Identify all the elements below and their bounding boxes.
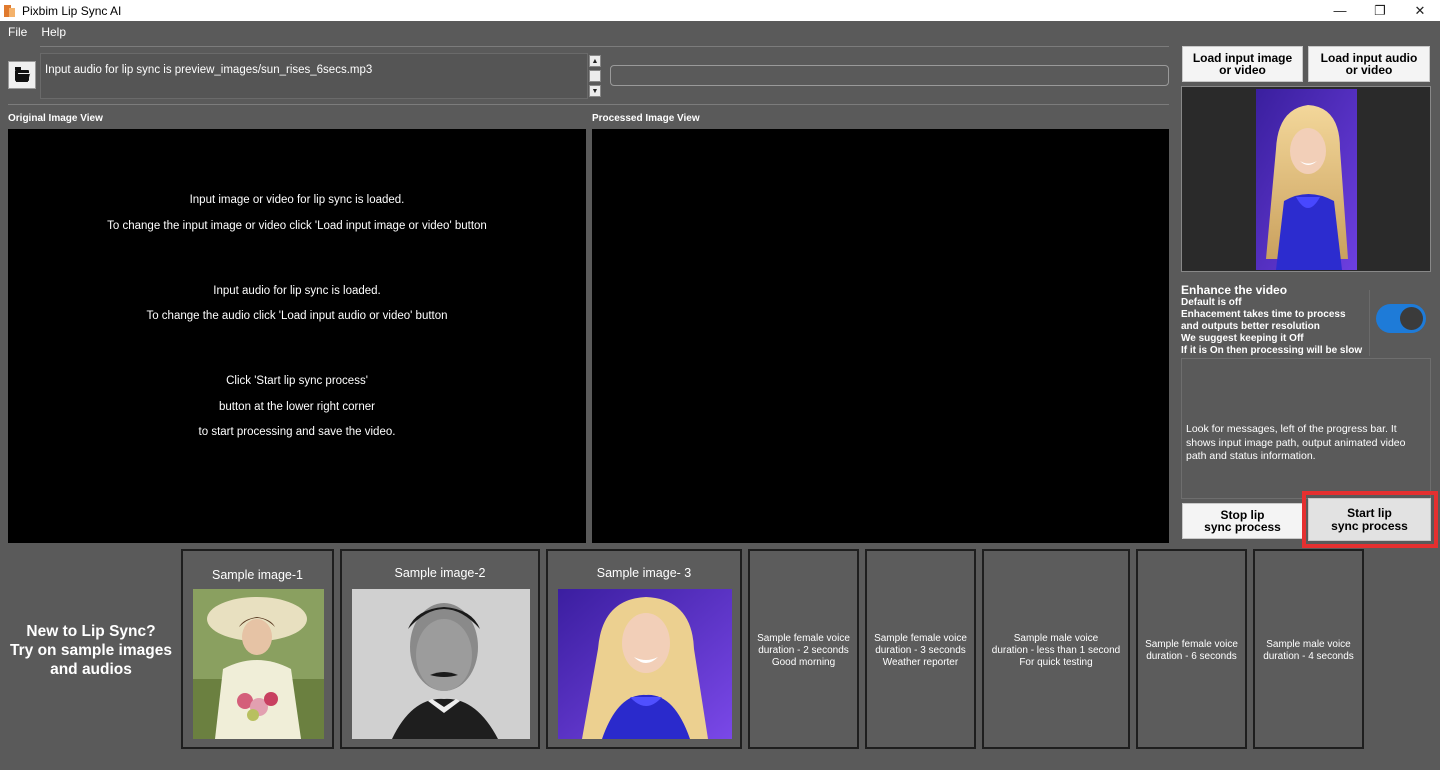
sample-audio-5-card[interactable]: Sample male voice duration - 4 seconds xyxy=(1253,549,1364,749)
sample-image-1-thumbnail xyxy=(193,589,324,739)
original-image-view: Input image or video for lip sync is loa… xyxy=(8,129,586,543)
processed-image-view xyxy=(592,129,1169,543)
original-view-label: Original Image View xyxy=(8,113,103,124)
scroll-down-arrow-icon[interactable]: ▼ xyxy=(589,85,601,97)
audio-line: Good morning xyxy=(771,657,836,668)
audio-line: Sample male voice xyxy=(1013,633,1099,644)
audio-line: Sample female voice xyxy=(874,633,967,644)
new-line: and audios xyxy=(50,661,132,678)
sample-audio-3-text: Sample male voice duration - less than 1… xyxy=(984,633,1128,669)
sample-audio-5-text: Sample male voice duration - 4 seconds xyxy=(1255,639,1362,663)
window-title: Pixbim Lip Sync AI xyxy=(22,3,122,18)
enhance-toggle[interactable] xyxy=(1376,304,1426,333)
enhance-line: Enhacement takes time to process xyxy=(1181,309,1346,320)
sample-audio-1-text: Sample female voice duration - 2 seconds… xyxy=(750,633,857,669)
audio-line: duration - 6 seconds xyxy=(1146,651,1237,662)
menu-file[interactable]: File xyxy=(8,25,27,39)
new-line: New to Lip Sync? xyxy=(26,623,156,640)
sample-image-3-card[interactable]: Sample image- 3 xyxy=(546,549,742,749)
audio-line: duration - less than 1 second xyxy=(991,645,1121,656)
sample-image-title: Sample image-2 xyxy=(394,566,486,580)
enhance-line: and outputs better resolution xyxy=(1181,321,1320,332)
sample-image-title: Sample image- 3 xyxy=(596,566,692,580)
message-line: Input audio for lip sync is loaded. xyxy=(213,284,381,297)
audio-line: For quick testing xyxy=(1019,657,1093,668)
sample-audio-4-card[interactable]: Sample female voice duration - 6 seconds xyxy=(1136,549,1247,749)
sample-audio-2-text: Sample female voice duration - 3 seconds… xyxy=(867,633,974,669)
message-line: Input image or video for lip sync is loa… xyxy=(189,194,405,206)
enhance-description: Default is off Enhacement takes time to … xyxy=(1181,297,1371,357)
message-line: To change the input image or video click… xyxy=(107,219,487,232)
sample-audio-1-card[interactable]: Sample female voice duration - 2 seconds… xyxy=(748,549,859,749)
divider xyxy=(8,104,1169,105)
scroll-up-arrow-icon[interactable]: ▲ xyxy=(589,55,601,67)
title-bar: Pixbim Lip Sync AI — ❐ ✕ xyxy=(0,0,1440,21)
sample-image-2-thumbnail xyxy=(352,589,530,739)
audio-line: duration - 3 seconds xyxy=(875,645,966,656)
sample-audio-2-card[interactable]: Sample female voice duration - 3 seconds… xyxy=(865,549,976,749)
open-folder-button[interactable] xyxy=(8,61,36,89)
info-text: Look for messages, left of the progress … xyxy=(1186,423,1406,462)
audio-line: Weather reporter xyxy=(882,657,959,668)
enhance-title: Enhance the video xyxy=(1181,283,1288,297)
close-button[interactable]: ✕ xyxy=(1400,0,1440,21)
message-line: button at the lower right corner xyxy=(219,400,375,413)
message-text: Input audio for lip sync is preview_imag… xyxy=(45,64,373,76)
toggle-knob xyxy=(1400,307,1423,330)
info-box: Look for messages, left of the progress … xyxy=(1181,358,1431,499)
audio-line: duration - 4 seconds xyxy=(1263,651,1354,662)
input-preview xyxy=(1181,86,1431,272)
app-logo-icon xyxy=(4,4,16,17)
new-line: Try on sample images xyxy=(10,642,172,659)
audio-line: Sample female voice xyxy=(757,633,850,644)
message-line: Click 'Start lip sync process' xyxy=(226,375,368,387)
divider xyxy=(40,46,1169,47)
message-scrollbar[interactable]: ▲ ▼ xyxy=(589,55,601,97)
load-input-audio-button[interactable]: Load input audio or video xyxy=(1308,46,1430,82)
message-box: Input audio for lip sync is preview_imag… xyxy=(40,53,588,99)
message-line: to start processing and save the video. xyxy=(198,426,396,438)
processed-view-label: Processed Image View xyxy=(592,113,700,124)
audio-line: duration - 2 seconds xyxy=(758,645,849,656)
enhance-line: We suggest keeping it Off xyxy=(1181,333,1304,344)
scroll-thumb[interactable] xyxy=(589,70,601,82)
sample-image-title: Sample image-1 xyxy=(211,568,303,582)
audio-line: Sample female voice xyxy=(1145,639,1238,650)
menu-bar: File Help xyxy=(0,21,1440,43)
enhance-line: If it is On then processing will be slow xyxy=(1181,345,1363,356)
sample-image-3-thumbnail xyxy=(558,589,732,739)
minimize-button[interactable]: — xyxy=(1320,0,1360,21)
new-to-lip-sync-text: New to Lip Sync? Try on sample images an… xyxy=(0,622,182,679)
sample-image-2-card[interactable]: Sample image-2 xyxy=(340,549,540,749)
progress-bar xyxy=(610,65,1169,86)
window-controls: — ❐ ✕ xyxy=(1320,0,1440,21)
message-line: To change the audio click 'Load input au… xyxy=(146,310,448,322)
original-view-messages: Input image or video for lip sync is loa… xyxy=(8,192,586,450)
sample-image-1-card[interactable]: Sample image-1 xyxy=(181,549,334,749)
stop-lip-sync-button[interactable]: Stop lip sync process xyxy=(1182,503,1303,539)
start-button-highlight xyxy=(1302,491,1438,548)
load-input-image-button[interactable]: Load input image or video xyxy=(1182,46,1303,82)
sample-audio-4-text: Sample female voice duration - 6 seconds xyxy=(1138,639,1245,663)
enhance-toggle-container xyxy=(1369,290,1431,356)
audio-line: Sample male voice xyxy=(1266,639,1351,650)
sample-audio-3-card[interactable]: Sample male voice duration - less than 1… xyxy=(982,549,1130,749)
preview-portrait-image xyxy=(1256,89,1357,270)
enhance-line: Default is off xyxy=(1181,297,1242,308)
folder-open-icon xyxy=(15,66,29,81)
restore-button[interactable]: ❐ xyxy=(1360,0,1400,21)
menu-help[interactable]: Help xyxy=(41,25,66,39)
